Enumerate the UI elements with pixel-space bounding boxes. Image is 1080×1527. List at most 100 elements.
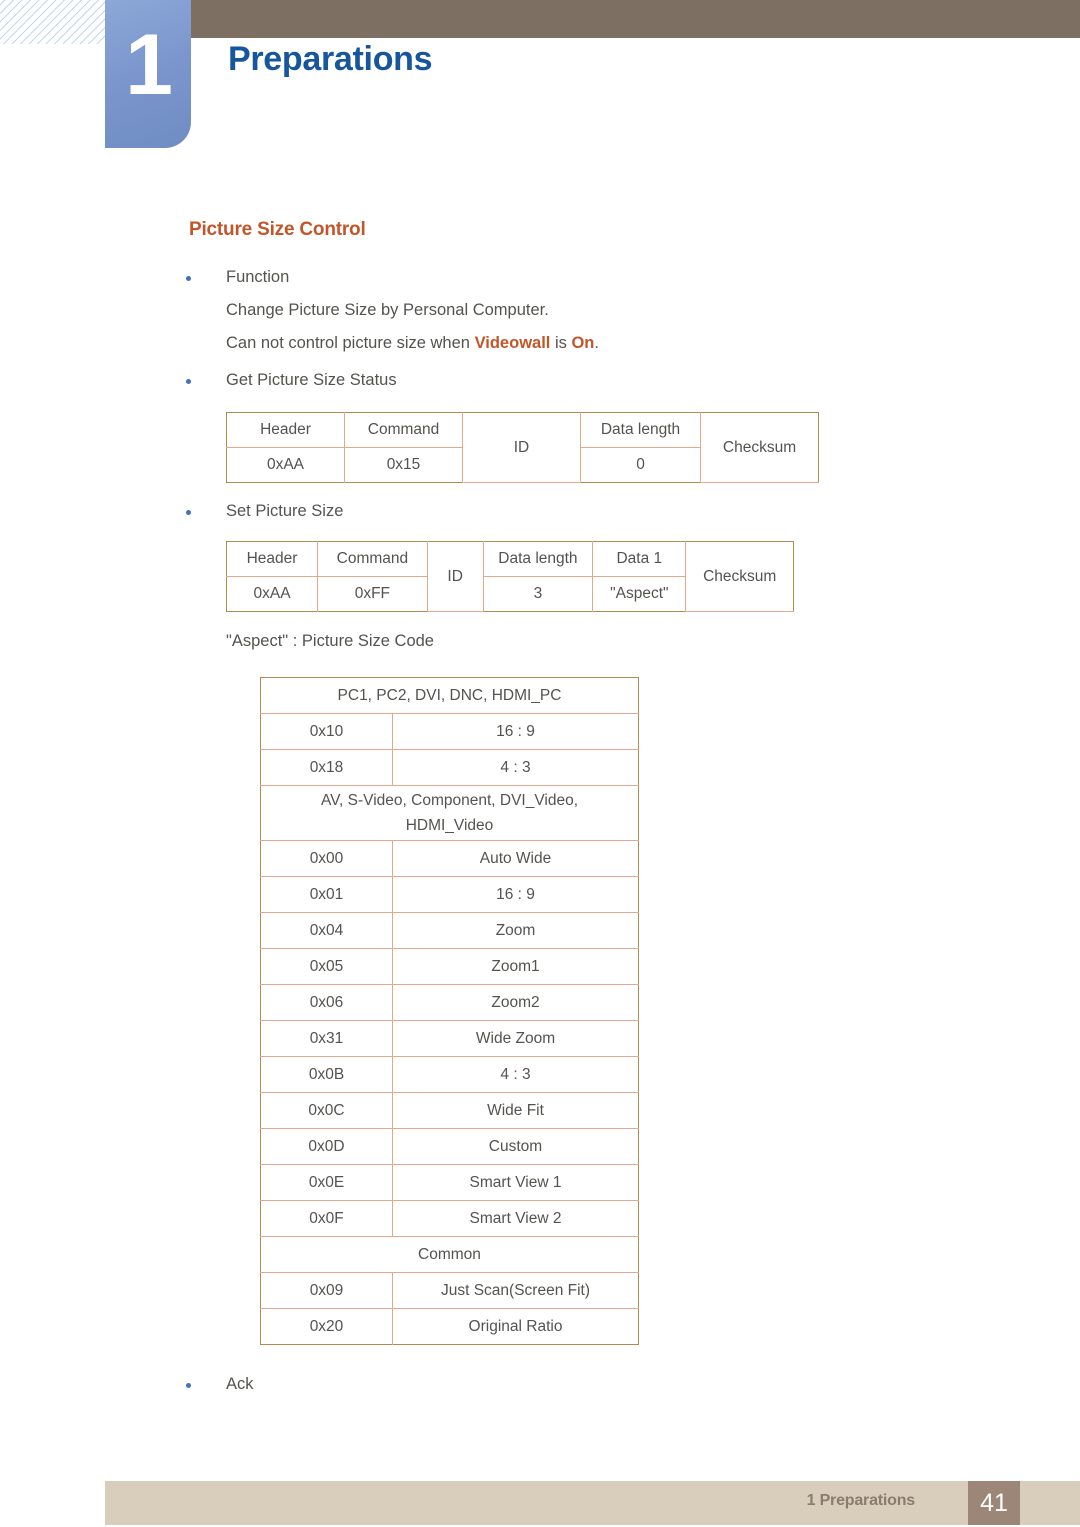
- group3-title: Common: [260, 1236, 639, 1273]
- bullet-get-status-label: Get Picture Size Status: [226, 371, 397, 389]
- function-line-2: Can not control picture size when Videow…: [226, 334, 599, 353]
- cell-data1-value: "Aspect": [592, 576, 686, 612]
- cell-name: Zoom2: [392, 984, 639, 1021]
- function-line-2-post: .: [594, 334, 599, 352]
- cell-name: 16 : 9: [392, 876, 639, 913]
- cell-command-value: 0x15: [344, 447, 463, 483]
- table-row: 0x06 Zoom2: [260, 984, 639, 1021]
- cell-command-value: 0xFF: [317, 576, 428, 612]
- table-row: 0x10 16 : 9: [260, 713, 639, 750]
- cell-data-length-value: 3: [482, 576, 594, 612]
- aspect-caption: "Aspect" : Picture Size Code: [226, 632, 434, 650]
- table-row: 0x04 Zoom: [260, 912, 639, 949]
- cell-name: Zoom: [392, 912, 639, 949]
- chapter-title: Preparations: [228, 40, 433, 78]
- cell-command-label: Command: [317, 541, 428, 577]
- table-row: 0x0E Smart View 1: [260, 1164, 639, 1201]
- cell-command-label: Command: [344, 412, 463, 448]
- cell-header-value: 0xAA: [226, 447, 345, 483]
- cell-name: Smart View 2: [392, 1200, 639, 1237]
- cell-code: 0x0D: [260, 1128, 393, 1165]
- cell-name: Smart View 1: [392, 1164, 639, 1201]
- table-picture-size-code: PC1, PC2, DVI, DNC, HDMI_PC 0x10 16 : 9 …: [260, 677, 639, 1345]
- cell-id-label: ID: [426, 541, 484, 612]
- cell-checksum-label: Checksum: [685, 541, 794, 612]
- bullet-function-label: Function: [226, 268, 290, 286]
- cell-name: 4 : 3: [392, 1056, 639, 1093]
- cell-checksum-label: Checksum: [700, 412, 819, 483]
- bullet-dot-icon: [186, 510, 191, 515]
- bullet-dot-icon: [186, 276, 191, 281]
- cell-data-length-label: Data length: [482, 541, 594, 577]
- table-row: 0x0B 4 : 3: [260, 1056, 639, 1093]
- hatch-decoration-icon: [0, 0, 106, 44]
- footer-page-number: 41: [968, 1481, 1020, 1525]
- chapter-number: 1: [125, 17, 173, 113]
- cell-name: Auto Wide: [392, 840, 639, 877]
- cell-code: 0x18: [260, 749, 393, 786]
- bullet-dot-icon: [186, 1383, 191, 1388]
- cell-name: Zoom1: [392, 948, 639, 985]
- table-row: 0x05 Zoom1: [260, 948, 639, 985]
- table-row: 0x0C Wide Fit: [260, 1092, 639, 1129]
- group1-title: PC1, PC2, DVI, DNC, HDMI_PC: [260, 677, 639, 714]
- cell-code: 0x0F: [260, 1200, 393, 1237]
- cell-header-value: 0xAA: [226, 576, 319, 612]
- cell-data1-label: Data 1: [592, 541, 687, 577]
- cell-name: Wide Zoom: [392, 1020, 639, 1057]
- group2-title-line1: AV, S-Video, Component, DVI_Video,: [320, 792, 579, 809]
- cell-code: 0x31: [260, 1020, 393, 1057]
- group2-title: AV, S-Video, Component, DVI_Video, HDMI_V…: [260, 785, 639, 841]
- cell-code: 0x0E: [260, 1164, 393, 1201]
- table-row: Header Command ID Data length Data 1 Che…: [226, 541, 794, 612]
- table-row: AV, S-Video, Component, DVI_Video, HDMI_V…: [260, 785, 639, 841]
- cell-code: 0x09: [260, 1272, 393, 1309]
- function-line-2-on: On: [571, 334, 595, 352]
- bullet-dot-icon: [186, 379, 191, 384]
- cell-name: Custom: [392, 1128, 639, 1165]
- cell-code: 0x0B: [260, 1056, 393, 1093]
- table-code-body: PC1, PC2, DVI, DNC, HDMI_PC 0x10 16 : 9 …: [260, 677, 639, 1345]
- chapter-tab: 1: [105, 0, 191, 148]
- cell-name: Original Ratio: [392, 1308, 639, 1345]
- table-set-picture-size: Header Command ID Data length Data 1 Che…: [226, 541, 794, 612]
- cell-code: 0x06: [260, 984, 393, 1021]
- cell-code: 0x05: [260, 948, 393, 985]
- cell-code: 0x01: [260, 876, 393, 913]
- function-line-2-mid: is: [550, 334, 572, 352]
- table-row: 0x0D Custom: [260, 1128, 639, 1165]
- cell-name: 4 : 3: [392, 749, 639, 786]
- section-heading: Picture Size Control: [189, 219, 366, 240]
- table-row: 0x18 4 : 3: [260, 749, 639, 786]
- cell-data-length-label: Data length: [580, 412, 701, 448]
- cell-header-label: Header: [226, 541, 319, 577]
- function-line-1: Change Picture Size by Personal Computer…: [226, 301, 549, 319]
- table-row: Common: [260, 1236, 639, 1273]
- cell-name: Just Scan(Screen Fit): [392, 1272, 639, 1309]
- cell-code: 0x04: [260, 912, 393, 949]
- cell-code: 0x00: [260, 840, 393, 877]
- table-row: 0x31 Wide Zoom: [260, 1020, 639, 1057]
- function-line-2-videowall: Videowall: [474, 334, 551, 352]
- cell-name: 16 : 9: [392, 713, 639, 750]
- table-row: 0x20 Original Ratio: [260, 1308, 639, 1345]
- cell-data-length-value: 0: [580, 447, 701, 483]
- table-row: 0x0F Smart View 2: [260, 1200, 639, 1237]
- bullet-set-size-label: Set Picture Size: [226, 502, 344, 520]
- cell-code: 0x0C: [260, 1092, 393, 1129]
- table-row: 0x01 16 : 9: [260, 876, 639, 913]
- page-header: 1 Preparations: [0, 0, 1080, 150]
- cell-header-label: Header: [226, 412, 345, 448]
- cell-id-label: ID: [462, 412, 581, 483]
- function-line-2-pre: Can not control picture size when: [226, 334, 475, 352]
- footer-chapter-label: 1 Preparations: [806, 1492, 916, 1509]
- table-row: Header Command ID Data length Checksum: [226, 412, 819, 483]
- cell-code: 0x20: [260, 1308, 393, 1345]
- table-row: 0x09 Just Scan(Screen Fit): [260, 1272, 639, 1309]
- table-row: PC1, PC2, DVI, DNC, HDMI_PC: [260, 677, 639, 714]
- table-get-picture-size-status: Header Command ID Data length Checksum 0…: [226, 412, 819, 483]
- cell-code: 0x10: [260, 713, 393, 750]
- cell-name: Wide Fit: [392, 1092, 639, 1129]
- bullet-ack-label: Ack: [226, 1375, 254, 1393]
- table-row: 0x00 Auto Wide: [260, 840, 639, 877]
